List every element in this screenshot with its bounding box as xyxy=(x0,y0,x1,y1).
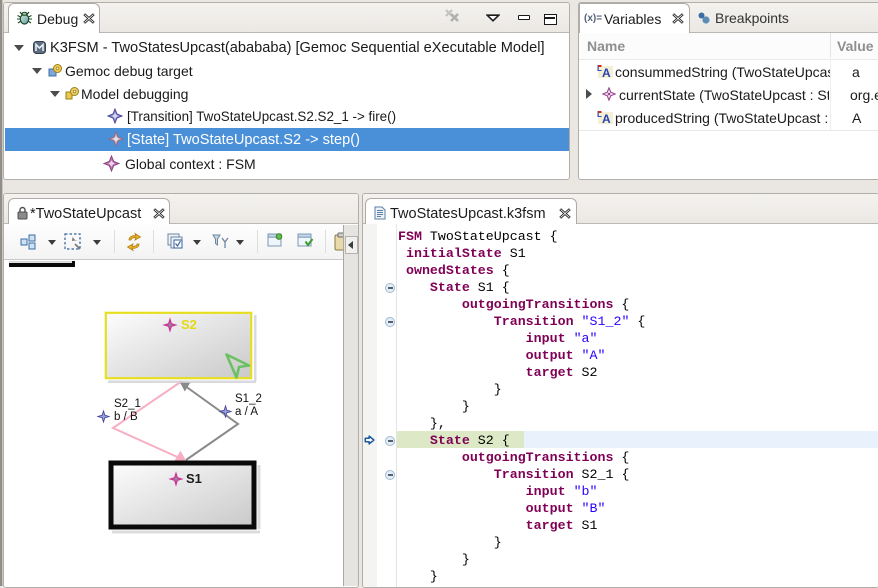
svg-text:A: A xyxy=(602,112,611,125)
svg-text:A: A xyxy=(602,66,611,79)
